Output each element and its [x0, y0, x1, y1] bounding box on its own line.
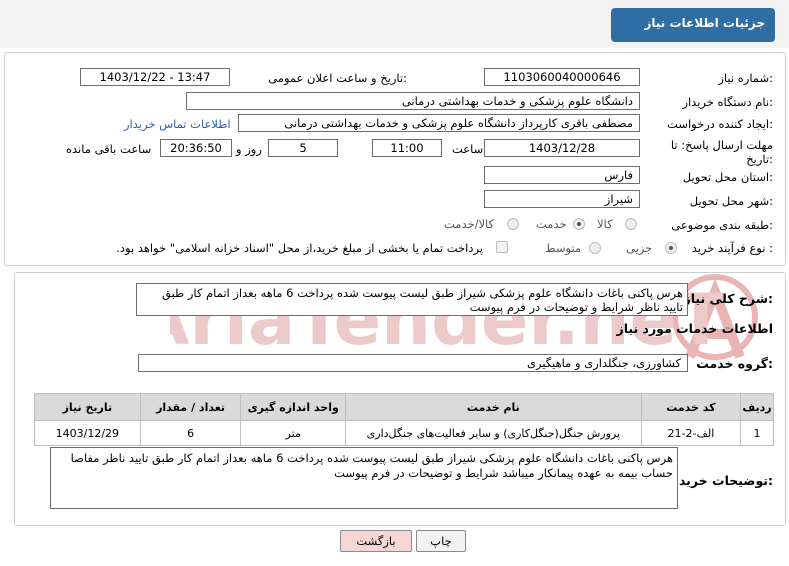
days-remaining-field: 5 — [268, 139, 338, 157]
summary-label: شرح کلی نیاز: — [683, 291, 774, 306]
print-button[interactable]: چاپ — [416, 530, 466, 552]
col-header-row-number: ردیف — [740, 393, 774, 421]
announce-date-field: 1403/12/22 - 13:47 — [80, 68, 230, 86]
cell-quantity: 6 — [139, 420, 242, 446]
col-header-quantity: تعداد / مقدار — [139, 393, 242, 421]
process-radio-minor[interactable] — [665, 242, 677, 254]
province-label: استان محل تحویل: — [682, 170, 773, 184]
deadline-time-field: 11:00 — [372, 139, 442, 157]
service-group-field: کشاورزی، جنگلداری و ماهیگیری — [138, 354, 688, 372]
col-header-need-date: تاریخ نیاز — [34, 393, 141, 421]
col-header-service-code: کد خدمت — [640, 393, 742, 421]
process-option-medium: متوسط — [545, 241, 582, 255]
need-number-label: شماره نیاز: — [718, 71, 773, 85]
category-radio-goods-service[interactable] — [507, 218, 519, 230]
time-remaining-field: 20:36:50 — [160, 139, 232, 157]
table-row: 1 الف-2-21 پرورش جنگل(جنگل‌کاری) و سایر … — [34, 420, 774, 446]
time-remaining-label: ساعت باقی مانده — [66, 142, 152, 156]
process-radio-medium[interactable] — [589, 242, 601, 254]
deadline-time-label: ساعت — [452, 142, 484, 156]
cell-unit: متر — [240, 420, 346, 446]
category-option-service: خدمت — [536, 217, 567, 231]
cell-service-name: پرورش جنگل(جنگل‌کاری) و سایر فعالیت‌های … — [345, 420, 642, 446]
category-radio-service[interactable] — [573, 218, 585, 230]
buyer-org-field: دانشگاه علوم پزشکی و خدمات بهداشتی درمان… — [186, 92, 640, 110]
buyer-contact-link[interactable]: اطلاعات تماس خریدار — [124, 117, 231, 131]
cell-need-date: 1403/12/29 — [34, 420, 141, 446]
creator-field: مصطفی باقری کارپرداز دانشگاه علوم پزشکی … — [238, 114, 640, 132]
services-section-title: اطلاعات خدمات مورد نیاز — [616, 321, 774, 336]
days-label: روز و — [236, 142, 262, 156]
back-button[interactable]: بازگشت — [340, 530, 412, 552]
city-label: شهر محل تحویل: — [689, 194, 773, 208]
col-header-service-name: نام خدمت — [345, 393, 642, 421]
table-header-row: ردیف کد خدمت نام خدمت واحد اندازه گیری ت… — [34, 393, 774, 421]
services-table: ردیف کد خدمت نام خدمت واحد اندازه گیری ت… — [34, 393, 774, 446]
payment-note: پرداخت تمام یا بخشی از مبلغ خرید،از محل … — [116, 241, 483, 255]
city-field: شیراز — [484, 190, 640, 208]
creator-label: ایجاد کننده درخواست: — [667, 117, 773, 131]
service-group-label: گروه خدمت: — [696, 356, 773, 371]
deadline-date-field: 1403/12/28 — [484, 139, 640, 157]
province-field: فارس — [484, 166, 640, 184]
col-header-unit: واحد اندازه گیری — [240, 393, 346, 421]
process-label: نوع فرآیند خرید : — [691, 241, 773, 255]
category-radio-goods[interactable] — [625, 218, 637, 230]
treasury-payment-checkbox[interactable] — [496, 241, 508, 253]
need-number-field: 1103060040000646 — [484, 68, 640, 86]
buyer-org-label: نام دستگاه خریدار: — [682, 95, 773, 109]
page-title: جزئیات اطلاعات نیاز — [611, 8, 775, 42]
summary-textarea[interactable]: هرس پاکنی باغات دانشگاه علوم پزشکی شیراز… — [136, 283, 688, 316]
category-label: طبقه بندی موضوعی: — [671, 218, 773, 232]
cell-service-code: الف-2-21 — [640, 420, 742, 446]
cell-row-number: 1 — [740, 420, 774, 446]
category-option-goods-service: کالا/خدمت — [444, 217, 495, 231]
announce-date-label: تاریخ و ساعت اعلان عمومی: — [268, 71, 407, 85]
buyer-notes-label: توضیحات خریدار: — [667, 473, 773, 488]
category-option-goods: کالا — [597, 217, 613, 231]
buyer-notes-textarea[interactable]: هرس پاکنی باغات دانشگاه علوم پزشکی شیراز… — [50, 447, 678, 509]
deadline-label: مهلت ارسال پاسخ: تا تاریخ: — [670, 138, 773, 166]
process-option-minor: جزیی — [626, 241, 653, 255]
